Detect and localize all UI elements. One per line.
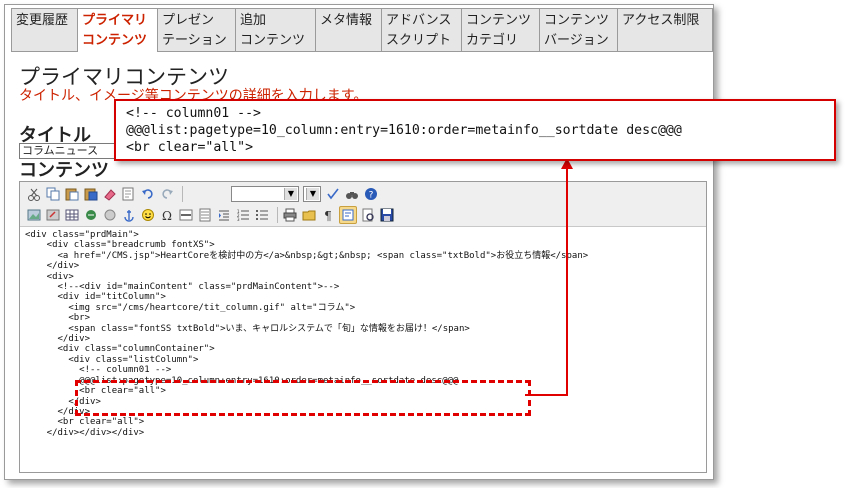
callout-line: @@@list:pagetype=10_column:entry=1610:or… <box>126 123 682 138</box>
callout-connector-arrow <box>525 158 573 396</box>
zoomed-code-callout: <!-- column01 --> @@@list:pagetype=10_co… <box>114 99 836 161</box>
callout-code: <!-- column01 --> @@@list:pagetype=10_co… <box>126 105 682 156</box>
callout-line: <br clear="all"> <box>126 140 254 155</box>
callout-line: <!-- column01 --> <box>126 106 261 121</box>
